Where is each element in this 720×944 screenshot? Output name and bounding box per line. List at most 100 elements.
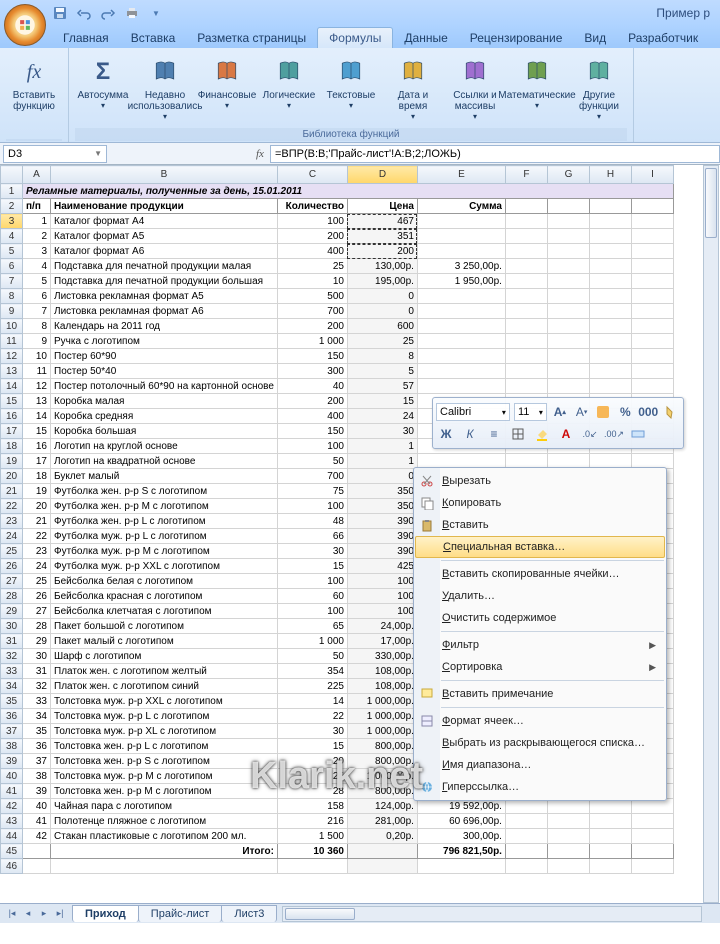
- sheet-nav-prev-icon[interactable]: ◂: [20, 908, 36, 919]
- col-header-[interactable]: [1, 166, 23, 184]
- row-header-25[interactable]: 25: [1, 544, 23, 559]
- row-header-24[interactable]: 24: [1, 529, 23, 544]
- ctx-item-5[interactable]: Вставить скопированные ячейки…: [414, 563, 666, 585]
- ribbon-btn-0-0[interactable]: fxВставить функцию: [6, 52, 62, 116]
- ribbon-btn-1-1[interactable]: Недавно использовались▾: [137, 52, 193, 125]
- font-select[interactable]: Calibri▾: [436, 403, 510, 421]
- ctx-item-3[interactable]: Специальная вставка…: [415, 536, 665, 558]
- ribbon-btn-1-3[interactable]: Логические▾: [261, 52, 317, 114]
- row-header-21[interactable]: 21: [1, 484, 23, 499]
- row-header-40[interactable]: 40: [1, 769, 23, 784]
- ribbon-btn-1-8[interactable]: Другие функции▾: [571, 52, 627, 125]
- ribbon-tab-6[interactable]: Вид: [573, 28, 617, 48]
- undo-icon[interactable]: [76, 5, 92, 21]
- col-header-A[interactable]: A: [23, 166, 51, 184]
- row-header-7[interactable]: 7: [1, 274, 23, 289]
- row-header-30[interactable]: 30: [1, 619, 23, 634]
- row-header-33[interactable]: 33: [1, 664, 23, 679]
- row-header-37[interactable]: 37: [1, 724, 23, 739]
- row-header-34[interactable]: 34: [1, 679, 23, 694]
- sheet-nav-last-icon[interactable]: ▸|: [52, 908, 68, 919]
- ribbon-btn-1-4[interactable]: Текстовые▾: [323, 52, 379, 114]
- row-header-17[interactable]: 17: [1, 424, 23, 439]
- ribbon-btn-1-6[interactable]: Ссылки и массивы▾: [447, 52, 503, 125]
- ribbon-btn-1-5[interactable]: Дата и время▾: [385, 52, 441, 125]
- row-header-38[interactable]: 38: [1, 739, 23, 754]
- ctx-item-9[interactable]: Фильтр▶: [414, 634, 666, 656]
- ctx-item-10[interactable]: Сортировка▶: [414, 656, 666, 678]
- row-header-15[interactable]: 15: [1, 394, 23, 409]
- row-header-27[interactable]: 27: [1, 574, 23, 589]
- row-header-22[interactable]: 22: [1, 499, 23, 514]
- row-header-13[interactable]: 13: [1, 364, 23, 379]
- print-icon[interactable]: [124, 5, 140, 21]
- sheet-tab-0[interactable]: Приход: [72, 905, 139, 922]
- shrink-font-icon[interactable]: A▾: [573, 402, 591, 422]
- col-header-I[interactable]: I: [631, 166, 673, 184]
- row-header-8[interactable]: 8: [1, 289, 23, 304]
- row-header-36[interactable]: 36: [1, 709, 23, 724]
- ribbon-tab-3[interactable]: Формулы: [317, 27, 393, 48]
- row-header-28[interactable]: 28: [1, 589, 23, 604]
- sheet-tab-2[interactable]: Лист3: [221, 905, 277, 922]
- ribbon-btn-1-2[interactable]: Финансовые▾: [199, 52, 255, 114]
- qat-dropdown-icon[interactable]: ▼: [148, 5, 164, 21]
- ribbon-tab-4[interactable]: Данные: [393, 28, 458, 48]
- row-header-12[interactable]: 12: [1, 349, 23, 364]
- ribbon-tab-5[interactable]: Рецензирование: [459, 28, 574, 48]
- format-painter-icon[interactable]: [662, 402, 680, 422]
- borders-icon[interactable]: [508, 424, 528, 444]
- row-header-26[interactable]: 26: [1, 559, 23, 574]
- row-header-42[interactable]: 42: [1, 799, 23, 814]
- row-header-2[interactable]: 2: [1, 199, 23, 214]
- ctx-item-12[interactable]: Вставить примечание: [414, 683, 666, 705]
- row-header-14[interactable]: 14: [1, 379, 23, 394]
- increase-decimal-icon[interactable]: .00↗: [604, 424, 624, 444]
- ctx-item-2[interactable]: Вставить: [414, 514, 666, 536]
- row-header-16[interactable]: 16: [1, 409, 23, 424]
- merge-icon[interactable]: [628, 424, 648, 444]
- row-header-31[interactable]: 31: [1, 634, 23, 649]
- row-header-46[interactable]: 46: [1, 859, 23, 874]
- formula-bar[interactable]: =ВПР(B:B;'Прайс-лист'!A:B;2;ЛОЖЬ): [270, 145, 720, 163]
- col-header-E[interactable]: E: [417, 166, 505, 184]
- row-header-35[interactable]: 35: [1, 694, 23, 709]
- row-header-45[interactable]: 45: [1, 844, 23, 859]
- percent-icon[interactable]: %: [616, 402, 634, 422]
- italic-icon[interactable]: К: [460, 424, 480, 444]
- row-header-41[interactable]: 41: [1, 784, 23, 799]
- ctx-item-6[interactable]: Удалить…: [414, 585, 666, 607]
- row-header-3[interactable]: 3: [1, 214, 23, 229]
- col-header-H[interactable]: H: [589, 166, 631, 184]
- office-button[interactable]: [4, 4, 46, 46]
- row-header-18[interactable]: 18: [1, 439, 23, 454]
- row-header-44[interactable]: 44: [1, 829, 23, 844]
- ctx-item-14[interactable]: Формат ячеек…: [414, 710, 666, 732]
- row-header-9[interactable]: 9: [1, 304, 23, 319]
- font-size-select[interactable]: 11▾: [514, 403, 547, 421]
- ribbon-tab-0[interactable]: Главная: [52, 28, 120, 48]
- save-icon[interactable]: [52, 5, 68, 21]
- col-header-F[interactable]: F: [505, 166, 547, 184]
- col-header-C[interactable]: C: [277, 166, 347, 184]
- decrease-decimal-icon[interactable]: .0↙: [580, 424, 600, 444]
- row-header-32[interactable]: 32: [1, 649, 23, 664]
- fx-icon[interactable]: fx: [250, 148, 270, 160]
- sheet-nav-next-icon[interactable]: ▸: [36, 908, 52, 919]
- horizontal-scrollbar[interactable]: [282, 906, 702, 922]
- row-header-11[interactable]: 11: [1, 334, 23, 349]
- row-header-19[interactable]: 19: [1, 454, 23, 469]
- row-header-43[interactable]: 43: [1, 814, 23, 829]
- row-header-29[interactable]: 29: [1, 604, 23, 619]
- ctx-item-0[interactable]: Вырезать: [414, 470, 666, 492]
- row-header-10[interactable]: 10: [1, 319, 23, 334]
- grow-font-icon[interactable]: A▴: [551, 402, 569, 422]
- row-header-39[interactable]: 39: [1, 754, 23, 769]
- align-center-icon[interactable]: ≡: [484, 424, 504, 444]
- name-box[interactable]: D3 ▼: [3, 145, 107, 163]
- ctx-item-16[interactable]: Имя диапазона…: [414, 754, 666, 776]
- bold-icon[interactable]: Ж: [436, 424, 456, 444]
- ctx-item-17[interactable]: Гиперссылка…: [414, 776, 666, 798]
- ribbon-tab-7[interactable]: Разработчик: [617, 28, 709, 48]
- ctx-item-15[interactable]: Выбрать из раскрывающегося списка…: [414, 732, 666, 754]
